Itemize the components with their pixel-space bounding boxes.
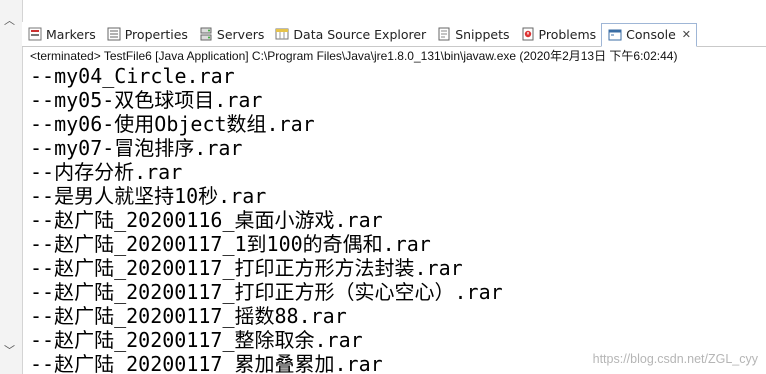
console-line: --赵广陆_20200116_桌面小游戏.rar (30, 208, 383, 232)
console-line: --赵广陆_20200117_整除取余.rar (30, 328, 363, 352)
close-icon[interactable]: ✕ (682, 28, 691, 41)
console-status: <terminated> TestFile6 [Java Application… (30, 49, 678, 63)
console-line: --内存分析.rar (30, 160, 183, 184)
snippets-icon (437, 27, 451, 41)
data-source-icon (275, 27, 289, 41)
console-line: --my04_Circle.rar (30, 64, 235, 88)
chevron-up-icon[interactable]: ︿ (4, 15, 15, 26)
console-line: --my05-双色球项目.rar (30, 88, 263, 112)
console-line: --赵广陆_20200117_打印正方形（实心空心）.rar (30, 280, 503, 304)
console-line: --是男人就坚持10秒.rar (30, 184, 267, 208)
tab-data-source-explorer[interactable]: Data Source Explorer (269, 22, 431, 46)
console-line: --赵广陆_20200117_摇数88.rar (30, 304, 347, 328)
console-line: --my06-使用Object数组.rar (30, 112, 315, 136)
markers-icon (28, 27, 42, 41)
console-output[interactable]: --my04_Circle.rar --my05-双色球项目.rar --my0… (30, 64, 766, 374)
tab-label: Markers (46, 26, 96, 42)
chevron-down-icon[interactable]: ﹀ (4, 345, 15, 356)
console-line: --赵广陆_20200117_打印正方形方法封装.rar (30, 256, 463, 280)
servers-icon (199, 27, 213, 41)
tab-problems[interactable]: Problems (515, 22, 602, 46)
left-gutter: ︿ ﹀ (0, 0, 23, 374)
console-icon (608, 28, 622, 42)
properties-icon (107, 27, 121, 41)
problems-icon (521, 27, 535, 41)
tab-servers[interactable]: Servers (193, 22, 270, 46)
tab-label: Console (626, 27, 676, 42)
console-line: --赵广陆_20200117_1到100的奇偶和.rar (30, 232, 431, 256)
tab-label: Snippets (455, 26, 510, 42)
tab-console[interactable]: Console ✕ (601, 22, 697, 47)
watermark: https://blog.csdn.net/ZGL_cyy (592, 352, 758, 366)
tab-label: Servers (216, 26, 265, 42)
console-line: --my07-冒泡排序.rar (30, 136, 243, 160)
tab-label: Properties (124, 26, 188, 42)
view-tab-bar: Markers Properties Servers Data Source E… (22, 22, 766, 47)
tab-label: Data Source Explorer (293, 26, 427, 42)
tab-markers[interactable]: Markers (22, 22, 101, 46)
tab-properties[interactable]: Properties (101, 22, 193, 46)
tab-snippets[interactable]: Snippets (431, 22, 514, 46)
tab-label: Problems (538, 26, 597, 42)
